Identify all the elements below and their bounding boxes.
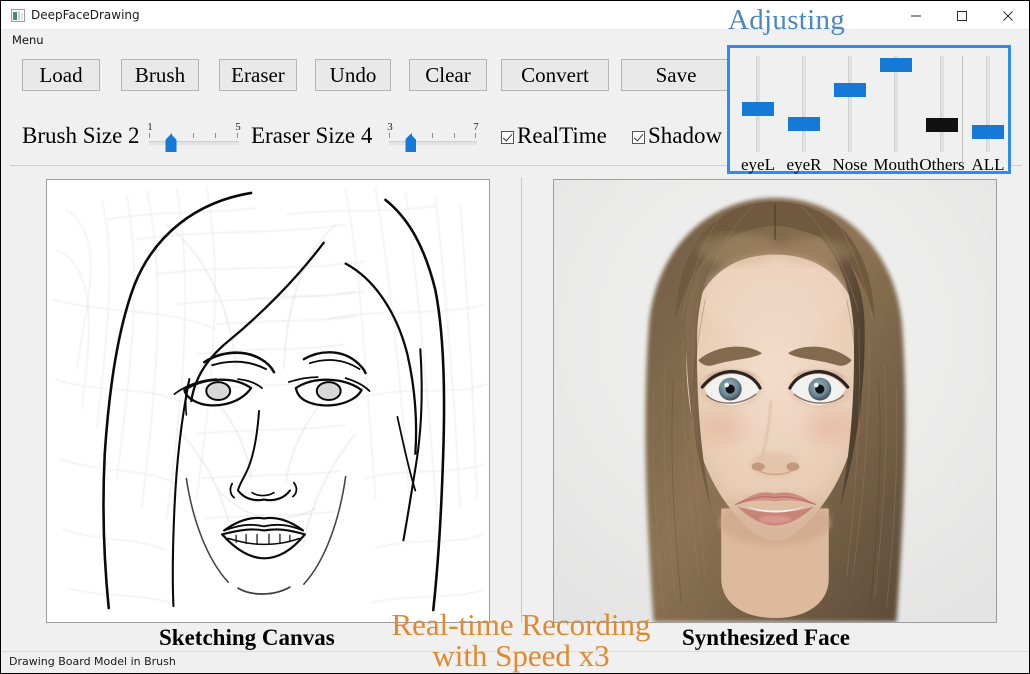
slider-handle[interactable] — [742, 102, 774, 116]
checkbox-icon — [632, 131, 645, 144]
close-icon — [1002, 10, 1014, 22]
window-title: DeepFaceDrawing — [31, 8, 140, 22]
brush-size-label: Brush Size 2 — [22, 123, 140, 149]
adjusting-title: Adjusting — [728, 4, 845, 37]
slider-tick — [193, 133, 194, 138]
minimize-icon — [910, 10, 922, 22]
slider-tick-label: 3 — [387, 121, 393, 133]
toolbar-button-undo[interactable]: Undo — [315, 59, 391, 91]
slider-handle[interactable] — [880, 58, 912, 72]
slider-track — [848, 56, 852, 152]
slider-handle[interactable] — [834, 83, 866, 97]
menu-item-menu[interactable]: Menu — [10, 32, 46, 48]
toolbar-button-save[interactable]: Save — [621, 59, 731, 91]
adjusting-slider-all[interactable]: ALL — [966, 56, 1010, 152]
slider-track — [149, 141, 239, 145]
slider-tick-label: 5 — [235, 121, 241, 133]
adjusting-slider-label: Nose — [833, 155, 868, 175]
eraser-size-slider[interactable]: 37 — [389, 121, 477, 155]
maximize-button[interactable] — [939, 1, 985, 30]
shadow-checkbox[interactable]: Shadow — [632, 123, 722, 149]
eraser-size-label: Eraser Size 4 — [251, 123, 372, 149]
minimize-button[interactable] — [893, 1, 939, 30]
adjusting-slider-nose[interactable]: Nose — [828, 56, 872, 152]
slider-handle[interactable] — [166, 134, 177, 152]
slider-tick — [237, 133, 238, 138]
sketch-drawing — [47, 180, 489, 622]
title-bar: DeepFaceDrawing — [1, 1, 1030, 30]
adjusting-slider-mouth[interactable]: Mouth — [874, 56, 918, 152]
slider-tick — [475, 133, 476, 138]
slider-tick — [149, 133, 150, 138]
adjusting-slider-label: eyeR — [787, 155, 822, 175]
synthesized-face-caption: Synthesized Face — [682, 625, 850, 651]
synthesized-face-image — [554, 180, 996, 622]
panel-divider — [521, 177, 522, 623]
toolbar-button-clear[interactable]: Clear — [409, 59, 487, 91]
close-button[interactable] — [985, 1, 1030, 30]
realtime-checkbox[interactable]: RealTime — [501, 123, 607, 149]
slider-track — [389, 141, 477, 145]
slider-tick — [432, 133, 433, 138]
checkbox-icon — [501, 131, 514, 144]
slider-tick — [215, 133, 216, 138]
toolbar-button-convert[interactable]: Convert — [501, 59, 609, 91]
status-bar: Drawing Board Model in Brush — [1, 651, 1030, 673]
sketch-canvas-caption: Sketching Canvas — [159, 625, 335, 651]
shadow-label: Shadow — [648, 123, 722, 149]
slider-handle[interactable] — [788, 117, 820, 131]
sketching-canvas[interactable] — [46, 179, 490, 623]
adjusting-slider-label: ALL — [971, 155, 1004, 175]
toolbar-button-brush[interactable]: Brush — [121, 59, 199, 91]
slider-tick — [454, 133, 455, 138]
synthesized-face-panel — [553, 179, 997, 623]
slider-handle[interactable] — [972, 125, 1004, 139]
realtime-label: RealTime — [517, 123, 607, 149]
application-window: DeepFaceDrawing Menu Load Brush Eraser Undo… — [0, 0, 1030, 674]
slider-tick-label: 1 — [147, 121, 153, 133]
app-icon — [11, 9, 25, 22]
status-text: Drawing Board Model in Brush — [9, 655, 176, 668]
adjusting-panel: eyeLeyeRNoseMouthOthersALL — [727, 45, 1011, 174]
brush-size-slider[interactable]: 15 — [149, 121, 239, 155]
slider-track — [802, 56, 806, 152]
adjusting-slider-label: Mouth — [873, 155, 918, 175]
maximize-icon — [956, 10, 968, 22]
adjusting-slider-eyel[interactable]: eyeL — [736, 56, 780, 152]
adjusting-slider-eyer[interactable]: eyeR — [782, 56, 826, 152]
slider-handle[interactable] — [405, 134, 416, 152]
slider-tick — [389, 133, 390, 138]
adjusting-slider-label: Others — [919, 155, 964, 175]
adjusting-slider-others[interactable]: Others — [920, 56, 964, 152]
slider-track — [940, 56, 944, 152]
adjusting-separator — [962, 56, 963, 166]
toolbar-button-load[interactable]: Load — [22, 59, 100, 91]
adjusting-slider-label: eyeL — [741, 155, 775, 175]
slider-tick-label: 7 — [473, 121, 479, 133]
toolbar-button-eraser[interactable]: Eraser — [219, 59, 297, 91]
slider-handle[interactable] — [926, 118, 958, 132]
